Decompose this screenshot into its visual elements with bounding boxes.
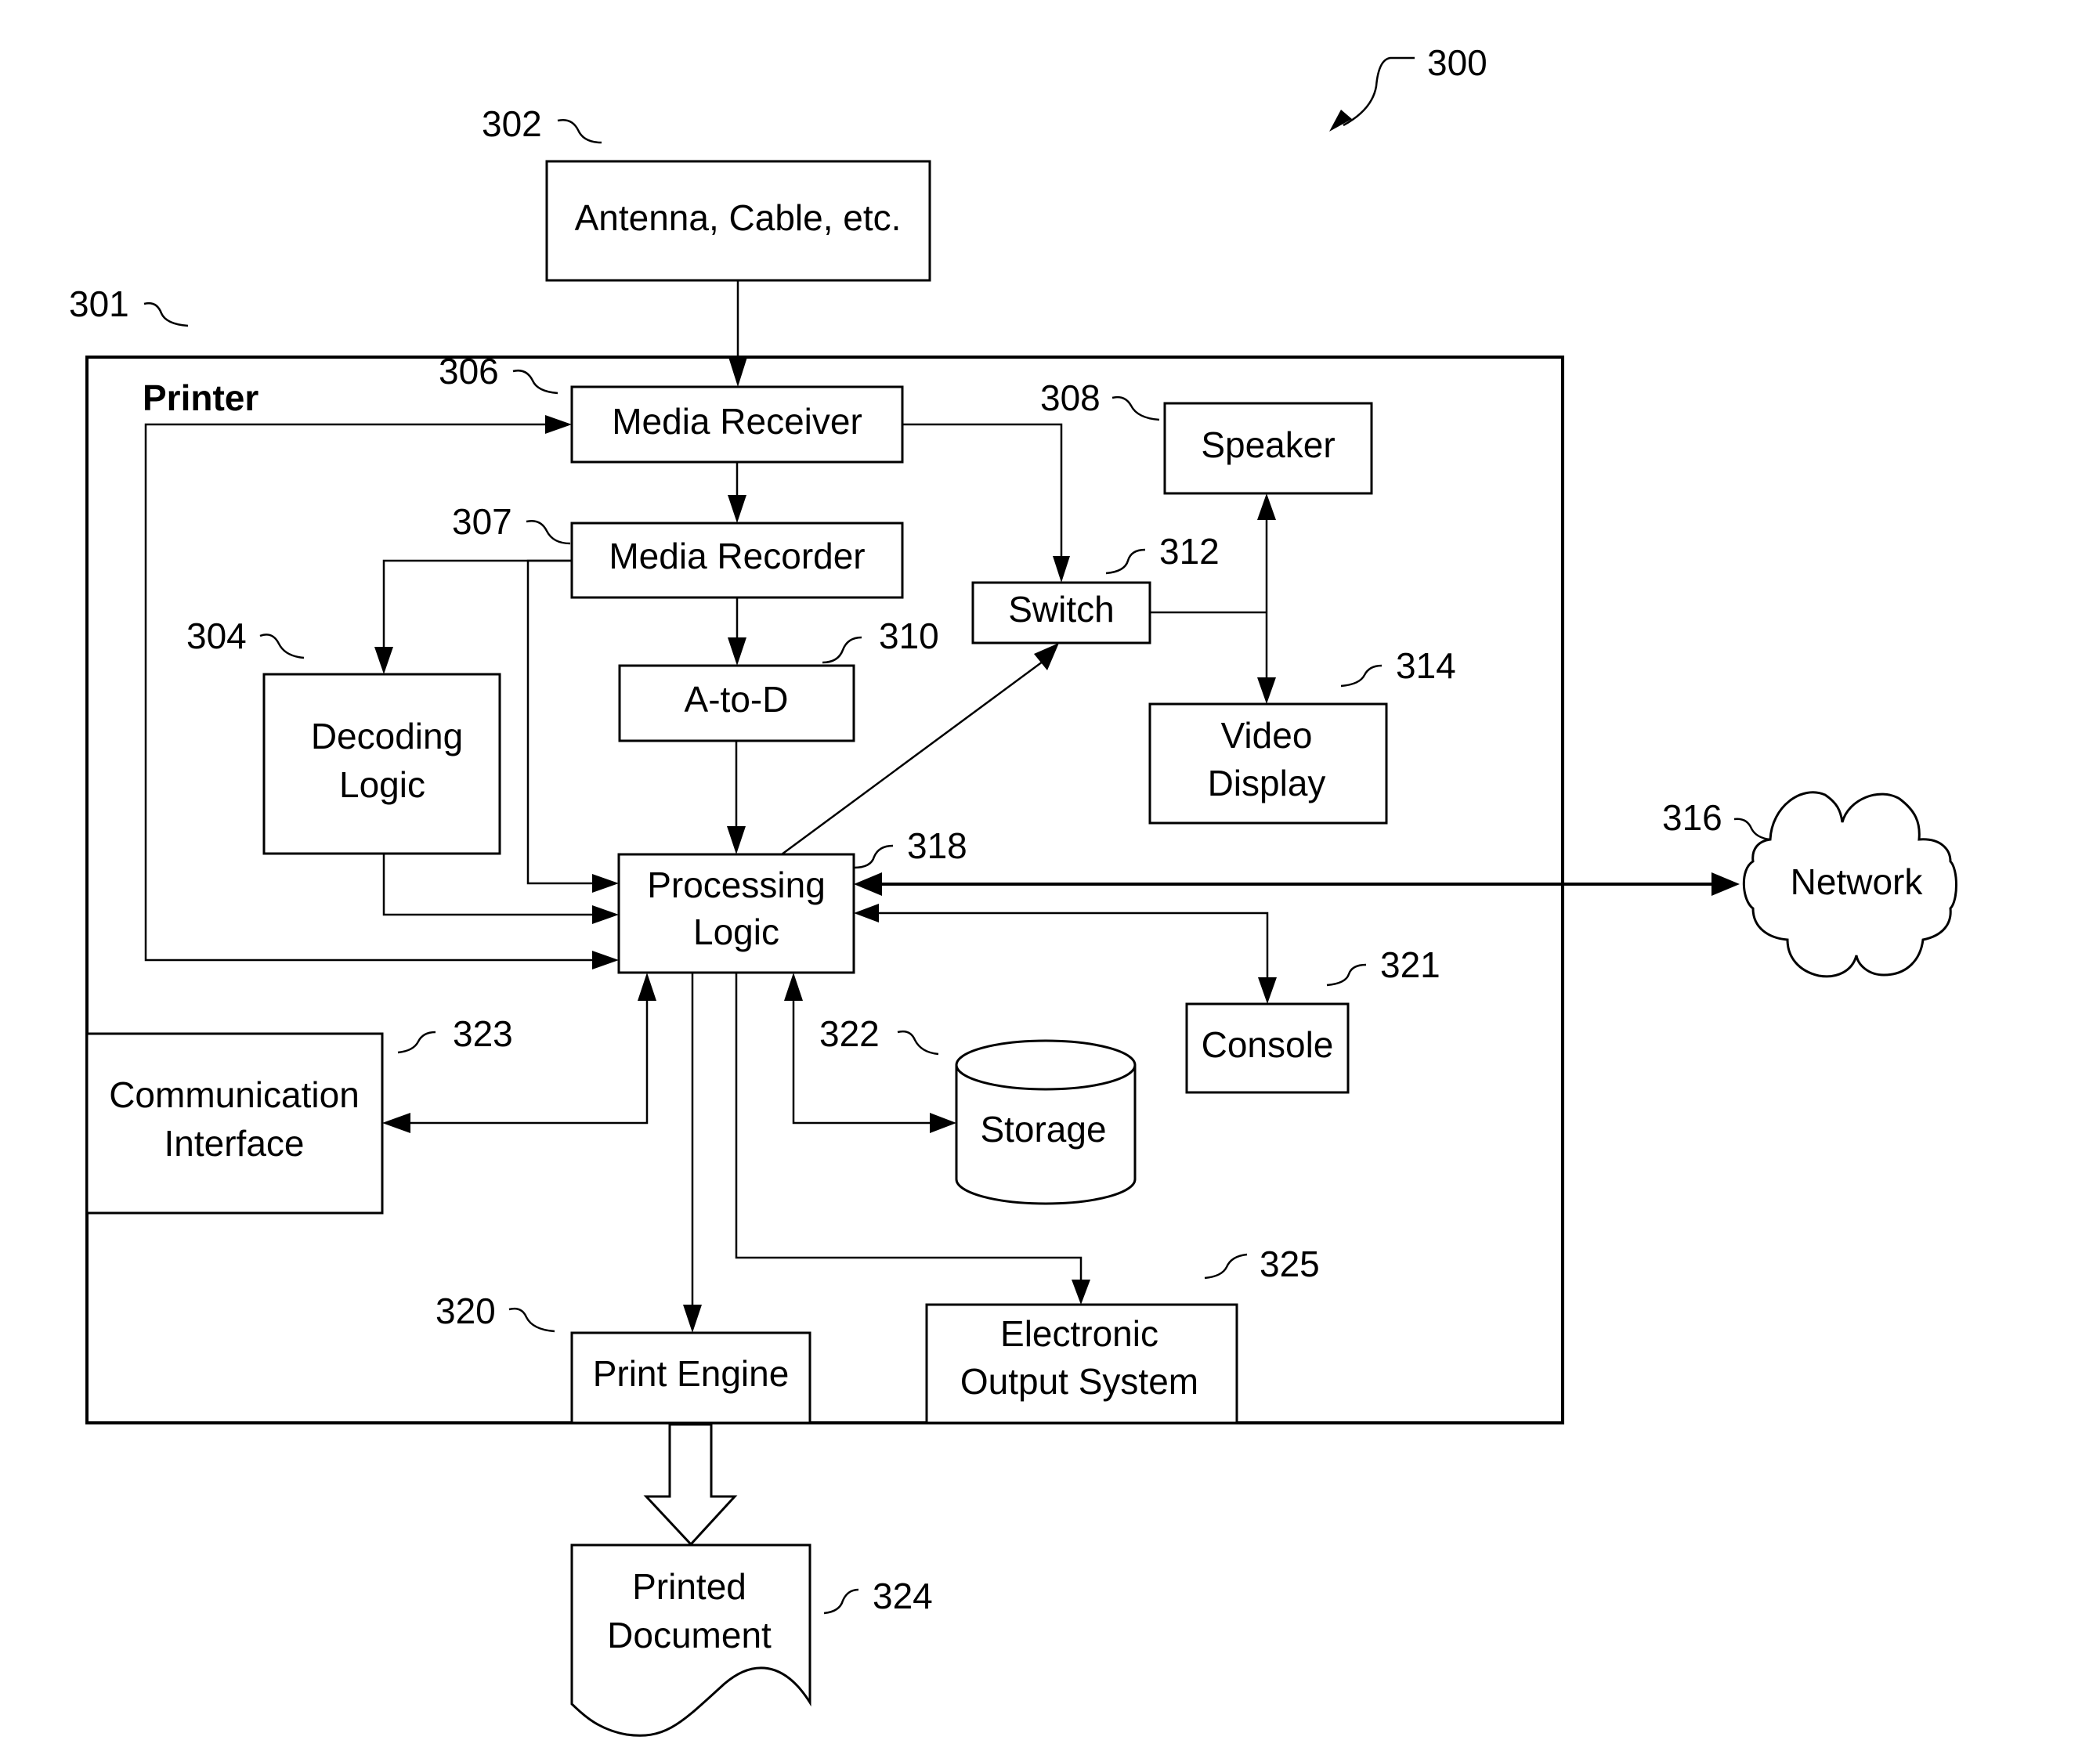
block-diagram: 300 302 Antenna, Cable, etc. 301 Printer… [69,42,1957,1737]
arrowhead [728,357,747,387]
print-engine-ref: 320 [436,1291,496,1331]
storage-label: Storage [980,1109,1106,1150]
network-ref: 316 [1662,797,1722,838]
processing-logic-label-line2: Logic [693,912,779,952]
media-receiver-label: Media Receiver [612,401,862,442]
a-to-d-label: A-to-D [685,679,789,720]
console-ref: 321 [1380,944,1440,985]
video-display-label-line2: Display [1208,763,1326,803]
switch-label: Switch [1008,589,1114,630]
decoding-logic-label-line1: Decoding [311,716,463,756]
processing-logic-ref: 318 [907,825,967,866]
video-display-ref: 314 [1396,645,1456,686]
printed-document-ref: 324 [873,1576,933,1616]
printer-title: Printer [143,377,258,418]
a-to-d-ref: 310 [879,616,939,656]
switch-ref: 312 [1159,531,1220,572]
communication-interface-label-line2: Interface [164,1123,305,1164]
decoding-logic-ref: 304 [186,616,247,656]
network-label: Network [1791,861,1924,902]
console-label: Console [1202,1024,1334,1065]
print-engine-label: Print Engine [593,1353,790,1394]
figure-reference: 300 [1329,42,1487,132]
processing-logic-label-line1: Processing [647,865,826,905]
antenna-ref: 302 [482,103,542,144]
speaker-ref: 308 [1040,377,1101,418]
system-ref: 301 [69,283,129,324]
antenna-label: Antenna, Cable, etc. [575,197,902,238]
media-receiver-ref: 306 [439,351,499,392]
printed-document-label-line2: Document [607,1615,772,1655]
decoding-logic-label-line2: Logic [339,764,425,805]
figure-reference-number: 300 [1427,42,1487,83]
storage-ref: 322 [819,1013,880,1054]
electronic-output-label-line1: Electronic [1000,1313,1158,1354]
electronic-output-ref: 325 [1260,1244,1320,1284]
speaker-label: Speaker [1201,424,1335,465]
communication-interface-label-line1: Communication [109,1074,360,1115]
media-recorder-ref: 307 [452,501,512,542]
media-recorder-label: Media Recorder [609,536,865,576]
block-arrow [643,1423,738,1547]
communication-interface-ref: 323 [453,1013,513,1054]
electronic-output-label-line2: Output System [960,1361,1198,1402]
printed-document-label-line1: Printed [632,1566,746,1607]
video-display-label-line1: Video [1221,715,1313,756]
